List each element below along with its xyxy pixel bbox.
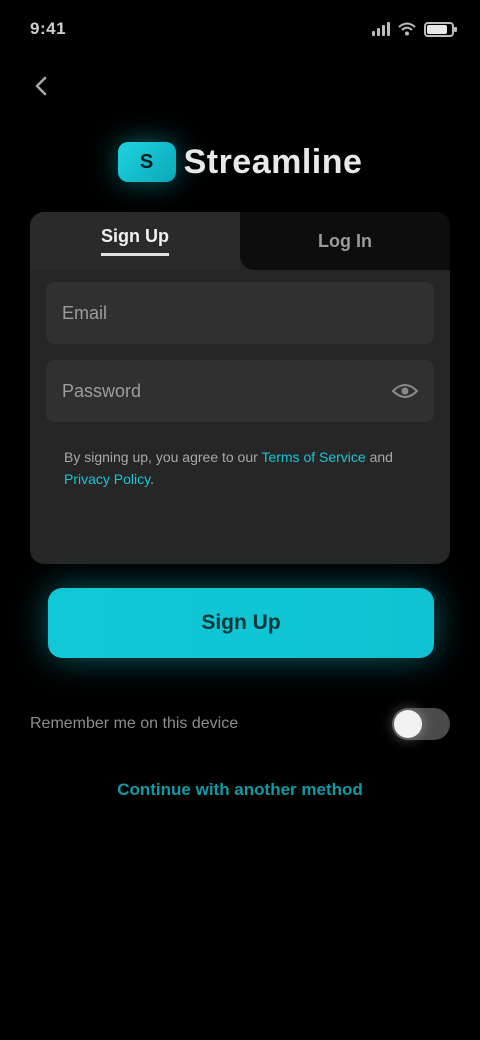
email-input[interactable]: [62, 302, 418, 324]
terms-of-service-link[interactable]: Terms of Service: [261, 449, 365, 465]
auth-card: Sign Up Log In By signing up, you agree …: [30, 212, 450, 564]
terms-suffix: .: [150, 471, 154, 487]
sign-up-button[interactable]: Sign Up: [48, 588, 434, 658]
password-input[interactable]: [62, 380, 392, 402]
auth-tabs: Sign Up Log In: [30, 212, 450, 270]
toggle-knob: [394, 710, 422, 738]
remember-label: Remember me on this device: [30, 715, 239, 732]
privacy-policy-link[interactable]: Privacy Policy: [64, 471, 150, 487]
tab-sign-up[interactable]: Sign Up: [30, 212, 240, 270]
logo-text: Streamline: [183, 142, 363, 181]
password-field-container: [46, 360, 434, 422]
signal-icon: [372, 22, 390, 36]
back-button[interactable]: [22, 66, 62, 106]
battery-fill: [427, 24, 448, 34]
app-logo: S Streamline: [0, 142, 480, 182]
eye-icon[interactable]: [392, 382, 418, 400]
alternate-method-link[interactable]: Continue with another method: [0, 780, 480, 800]
terms-text: By signing up, you agree to our Terms of…: [30, 438, 450, 490]
signup-screen: 9:41 S Streamline Sign Up Log In Email B…: [0, 0, 480, 1040]
tab-log-in-label: Log In: [318, 230, 372, 251]
remember-row: Remember me on this device: [30, 700, 450, 748]
battery-icon: [424, 21, 457, 37]
logo-mark: S: [117, 142, 176, 182]
terms-prefix: By signing up, you agree to our: [64, 449, 262, 465]
tab-log-in[interactable]: Log In: [240, 212, 450, 270]
status-bar: 9:41: [30, 14, 457, 44]
email-field-container: [46, 282, 434, 344]
tab-sign-up-label: Sign Up: [101, 226, 169, 256]
wifi-icon: [398, 22, 416, 36]
status-time: 9:41: [30, 19, 67, 38]
arrow-left-icon: [35, 76, 47, 96]
status-icons: [372, 21, 457, 37]
remember-toggle[interactable]: [392, 708, 450, 740]
form-fields: [30, 270, 450, 422]
terms-middle: and: [365, 449, 393, 465]
